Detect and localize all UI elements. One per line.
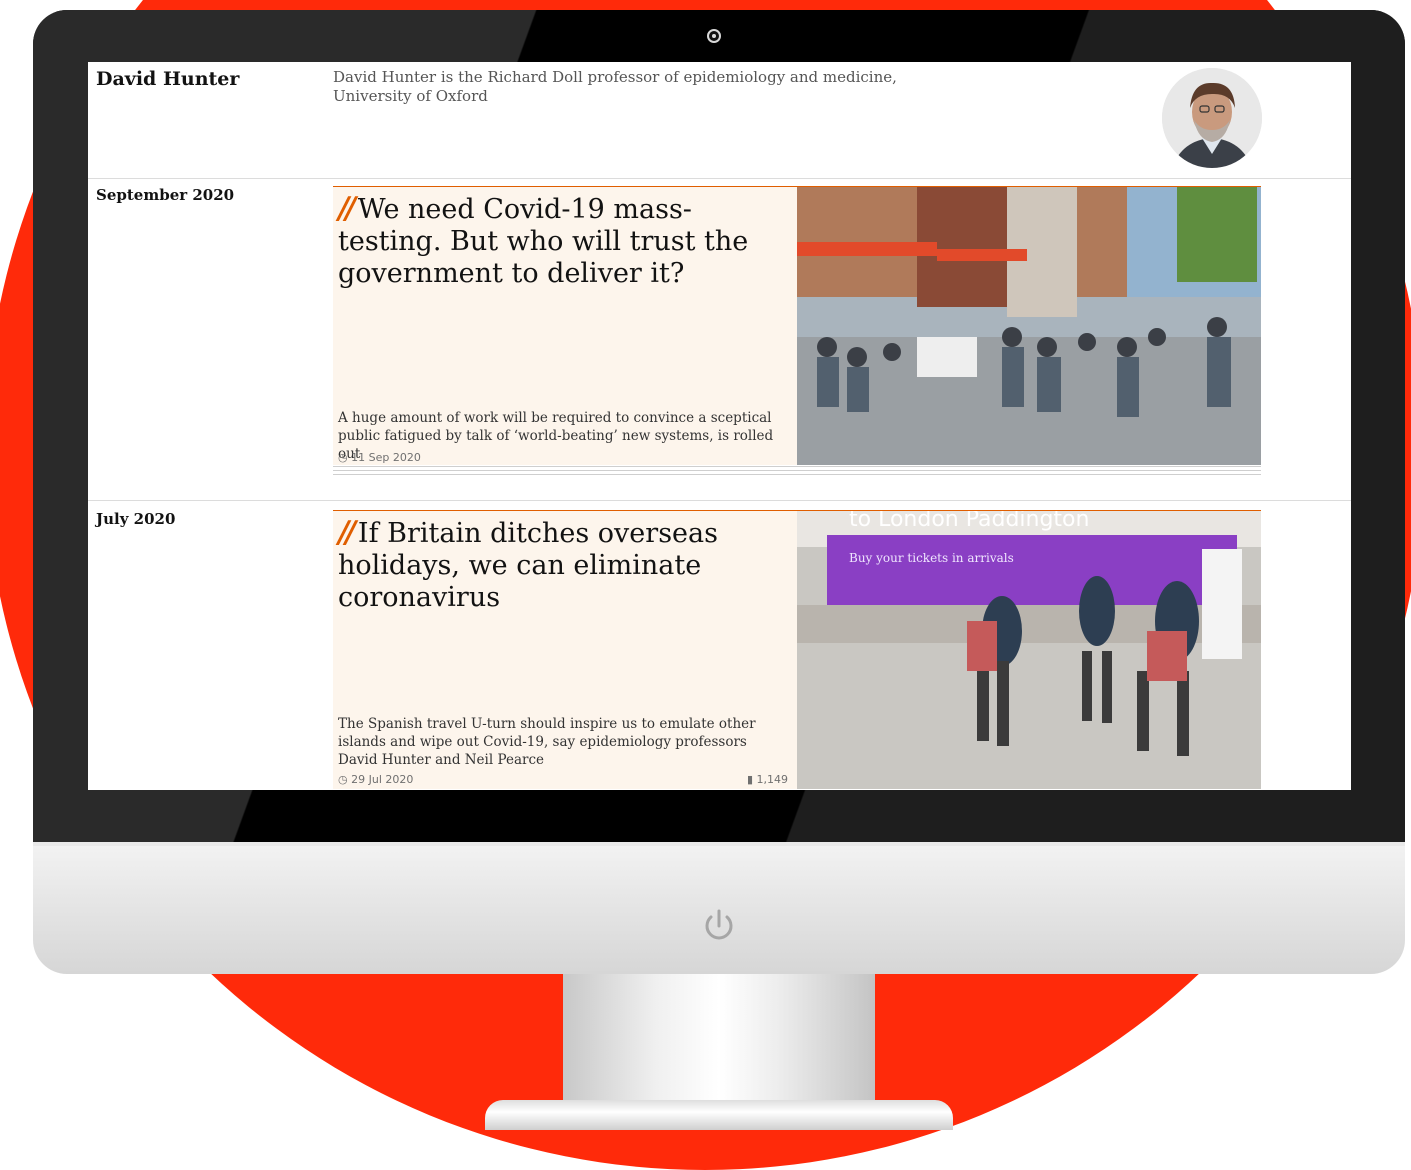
monitor-stand — [563, 974, 875, 1104]
comment-icon[interactable]: ▮ — [747, 773, 753, 786]
card-divider — [333, 466, 1261, 478]
author-bio: David Hunter is the Richard Doll profess… — [333, 68, 897, 105]
article-date: 29 Jul 2020 — [351, 773, 414, 786]
comment-count[interactable]: 1,149 — [757, 773, 789, 786]
sign-subtitle: Buy your tickets in arrivals — [849, 551, 1014, 565]
clock-icon: ◷ — [338, 451, 348, 464]
article-card[interactable]: //We need Covid-19 mass-testing. But who… — [333, 186, 1261, 465]
article-standfirst: The Spanish travel U-turn should inspire… — [338, 716, 756, 768]
article-card[interactable]: //If Britain ditches overseas holidays, … — [333, 510, 1261, 789]
article-meta: ◷ 11 Sep 2020 — [338, 451, 788, 464]
sign-title: to London Paddington — [849, 511, 1090, 532]
article-image[interactable] — [797, 187, 1261, 465]
clock-icon: ◷ — [338, 773, 348, 786]
article-image[interactable]: to London Paddington Buy your tickets in… — [797, 511, 1261, 789]
article-headline[interactable]: //We need Covid-19 mass-testing. But who… — [338, 193, 778, 290]
author-name[interactable]: David Hunter — [96, 68, 239, 90]
article-date: 11 Sep 2020 — [351, 451, 421, 464]
author-header: David Hunter David Hunter is the Richard… — [88, 62, 1351, 179]
quote-icon: // — [338, 515, 356, 550]
month-heading: September 2020 — [96, 186, 235, 204]
power-icon[interactable] — [699, 905, 739, 945]
article-headline[interactable]: //If Britain ditches overseas holidays, … — [338, 517, 778, 614]
screen: David Hunter David Hunter is the Richard… — [88, 62, 1351, 790]
month-heading: July 2020 — [96, 510, 176, 528]
camera-icon — [707, 29, 721, 43]
article-meta: ◷ 29 Jul 2020 ▮ 1,149 — [338, 773, 788, 786]
monitor-stand-base — [485, 1100, 953, 1130]
quote-icon: // — [338, 191, 356, 226]
section-divider — [88, 500, 1351, 501]
avatar — [1162, 68, 1262, 168]
